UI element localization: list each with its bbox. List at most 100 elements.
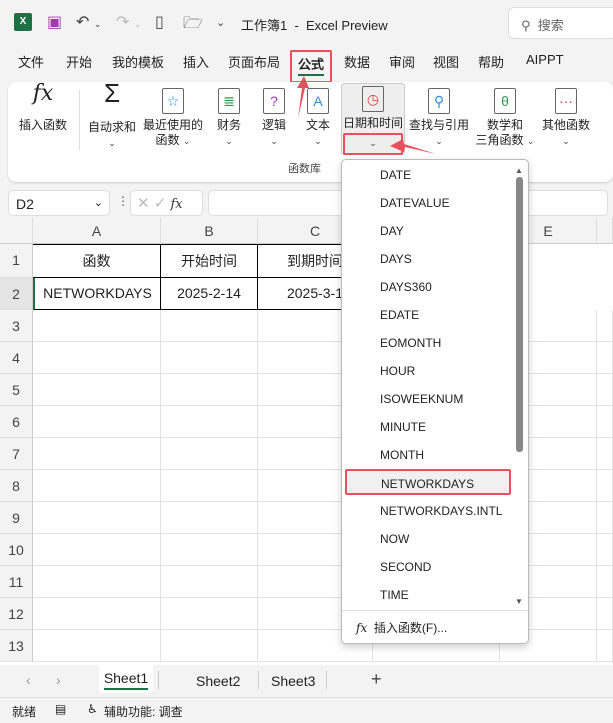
cell-b1[interactable]: 开始时间: [161, 244, 258, 278]
cell[interactable]: [161, 342, 258, 374]
row-header[interactable]: 2: [0, 278, 33, 310]
cell[interactable]: [161, 502, 258, 534]
cell[interactable]: [33, 374, 161, 406]
function-menu-item[interactable]: HOUR: [380, 364, 415, 378]
cell[interactable]: [597, 470, 613, 502]
cell[interactable]: [33, 534, 161, 566]
cell[interactable]: [33, 342, 161, 374]
formula-actions: ✕ ✓ fx: [130, 190, 203, 216]
macro-record-icon[interactable]: ▤: [55, 702, 66, 716]
row-header[interactable]: 8: [0, 470, 33, 502]
cell[interactable]: [33, 502, 161, 534]
row-header[interactable]: 5: [0, 374, 33, 406]
cell[interactable]: [33, 406, 161, 438]
cell-b2[interactable]: 2025-2-14: [161, 278, 258, 310]
row-header[interactable]: 4: [0, 342, 33, 374]
function-menu-item[interactable]: NETWORKDAYS.INTL: [380, 504, 502, 518]
sheet-tab-sheet1[interactable]: Sheet1: [99, 665, 153, 693]
name-box-value: D2: [16, 196, 34, 212]
status-ready: 就绪: [12, 705, 37, 719]
function-menu-item[interactable]: DATE: [380, 168, 411, 182]
function-menu-item[interactable]: MINUTE: [380, 420, 426, 434]
cell[interactable]: [597, 310, 613, 342]
function-menu-item[interactable]: TIME: [380, 588, 409, 602]
cell[interactable]: [597, 534, 613, 566]
cell[interactable]: [597, 502, 613, 534]
divider: [326, 671, 327, 689]
row-header[interactable]: 3: [0, 310, 33, 342]
row-header[interactable]: 1: [0, 244, 33, 278]
sheet-tab-sheet2[interactable]: Sheet2: [196, 673, 240, 689]
accessibility-status[interactable]: 辅助功能: 调查: [104, 703, 183, 720]
row-header[interactable]: 12: [0, 598, 33, 630]
cell-a2[interactable]: NETWORKDAYS: [33, 278, 161, 310]
datetime-function-dropdown: DATE DATEVALUE DAY DAYS DAYS360 EDATE EOMONTH H…: [341, 159, 529, 644]
cell[interactable]: [161, 534, 258, 566]
function-menu-item[interactable]: EOMONTH: [380, 336, 441, 350]
fx-icon[interactable]: fx: [171, 197, 183, 212]
cell-a1[interactable]: 函数: [33, 244, 161, 278]
row-header[interactable]: 11: [0, 566, 33, 598]
function-menu-item[interactable]: MONTH: [380, 448, 424, 462]
scroll-up-icon[interactable]: ▲: [514, 166, 524, 175]
function-menu-item[interactable]: DATEVALUE: [380, 196, 450, 210]
chevron-down-icon[interactable]: ⌄: [94, 196, 103, 209]
function-menu-item[interactable]: NOW: [380, 532, 409, 546]
select-all[interactable]: [0, 218, 33, 244]
function-menu-item[interactable]: ISOWEEKNUM: [380, 392, 463, 406]
cell[interactable]: [597, 406, 613, 438]
cell[interactable]: [33, 566, 161, 598]
cancel-icon[interactable]: ✕: [137, 195, 150, 212]
divider: [342, 610, 528, 611]
scroll-thumb[interactable]: [515, 177, 523, 452]
insert-function-menu-item[interactable]: fx 插入函数(F)...: [356, 619, 447, 636]
fx-icon: fx: [356, 621, 368, 635]
cell[interactable]: [161, 598, 258, 630]
label: 插入函数(F)...: [373, 621, 448, 635]
cell[interactable]: [597, 598, 613, 630]
row-header[interactable]: 10: [0, 534, 33, 566]
name-box[interactable]: D2 ⌄: [8, 190, 110, 216]
cell[interactable]: [33, 438, 161, 470]
cell[interactable]: [161, 630, 258, 662]
function-menu-item[interactable]: DAYS360: [380, 280, 432, 294]
cell[interactable]: [597, 374, 613, 406]
row-header[interactable]: 6: [0, 406, 33, 438]
divider: [258, 671, 259, 689]
cell[interactable]: [161, 406, 258, 438]
column-header[interactable]: [597, 218, 613, 244]
cell[interactable]: [161, 310, 258, 342]
row-header[interactable]: 13: [0, 630, 33, 662]
scrollbar[interactable]: ▲ ▼: [514, 166, 524, 606]
next-sheet-icon[interactable]: ›: [56, 672, 61, 688]
cell[interactable]: [597, 342, 613, 374]
enter-icon[interactable]: ✓: [154, 195, 167, 212]
function-menu-item[interactable]: NETWORKDAYS: [345, 469, 511, 495]
cell[interactable]: [33, 630, 161, 662]
cell[interactable]: [161, 566, 258, 598]
accessibility-icon: ♿: [87, 702, 98, 716]
scroll-down-icon[interactable]: ▼: [514, 597, 524, 606]
cell[interactable]: [597, 566, 613, 598]
function-menu-item[interactable]: SECOND: [380, 560, 431, 574]
cell[interactable]: [597, 438, 613, 470]
cell[interactable]: [161, 470, 258, 502]
cell[interactable]: [161, 374, 258, 406]
row-header[interactable]: 7: [0, 438, 33, 470]
row-header[interactable]: 9: [0, 502, 33, 534]
cell[interactable]: [161, 438, 258, 470]
prev-sheet-icon[interactable]: ‹: [26, 672, 31, 688]
cell[interactable]: [597, 630, 613, 662]
add-sheet-icon[interactable]: +: [371, 669, 382, 690]
function-menu-item[interactable]: EDATE: [380, 308, 419, 322]
cell[interactable]: [33, 598, 161, 630]
function-menu-item[interactable]: DAY: [380, 224, 404, 238]
function-menu-item[interactable]: DAYS: [380, 252, 412, 266]
cell[interactable]: [33, 470, 161, 502]
cell[interactable]: [33, 310, 161, 342]
status-bar: 就绪 ▤ ♿ 辅助功能: 调查: [0, 697, 613, 723]
divider: [158, 671, 159, 689]
column-header[interactable]: A: [33, 218, 161, 244]
sheet-tab-sheet3[interactable]: Sheet3: [271, 673, 315, 689]
column-header[interactable]: B: [161, 218, 258, 244]
